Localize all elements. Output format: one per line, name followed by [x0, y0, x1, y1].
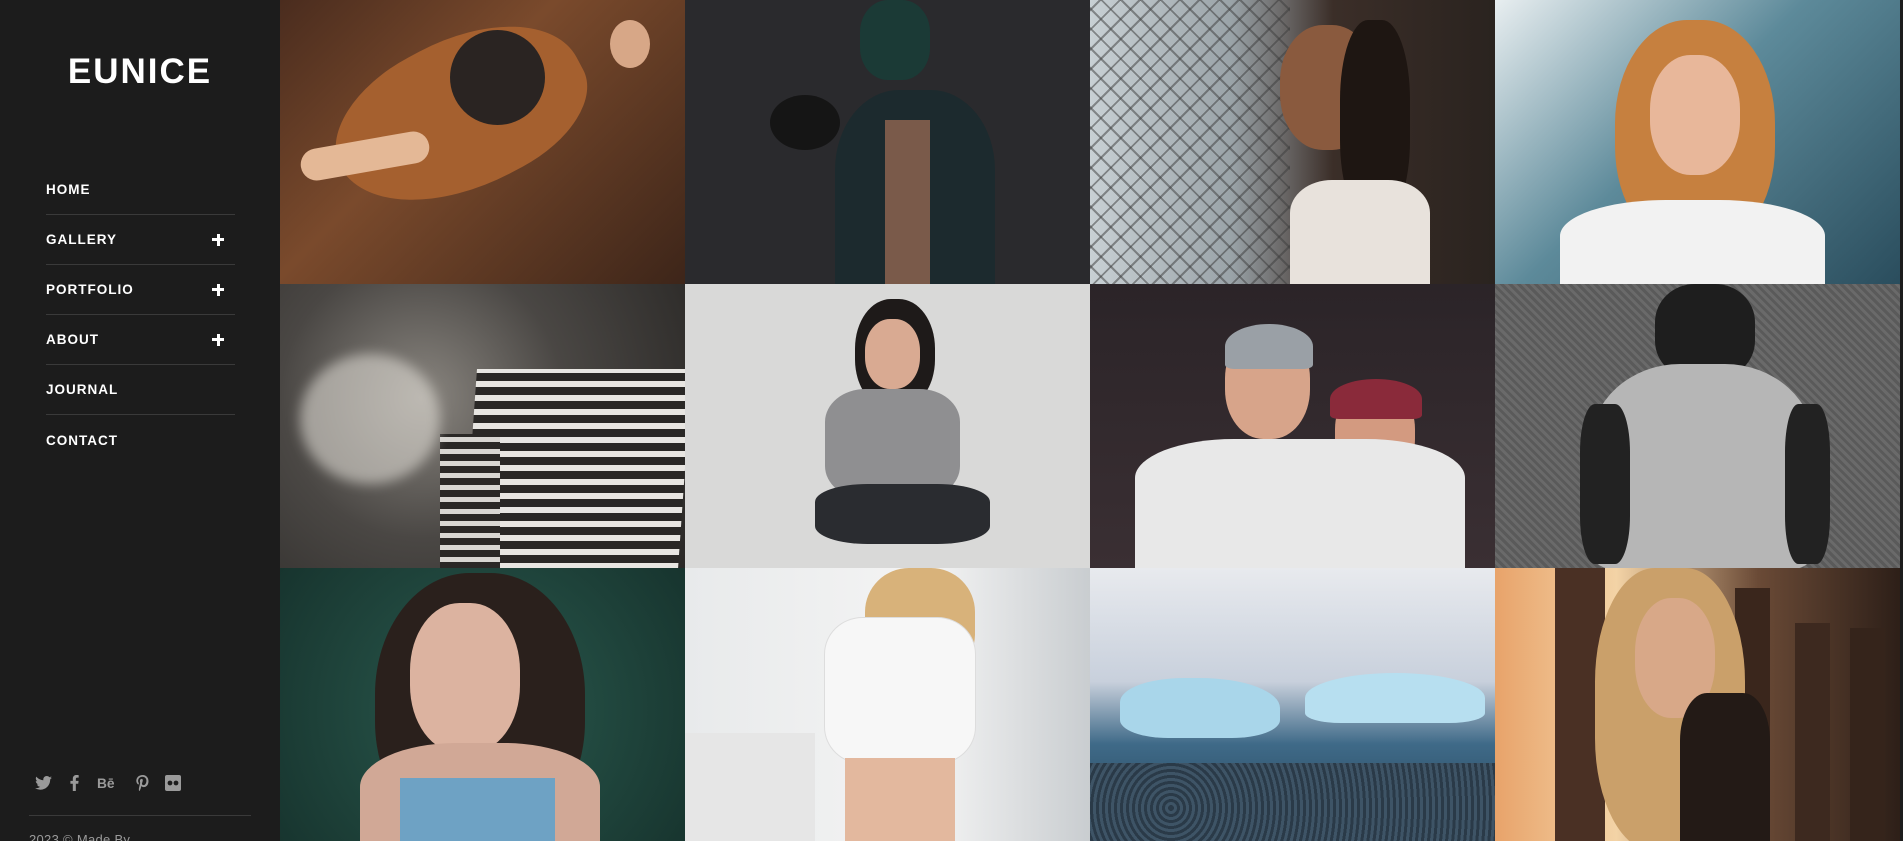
sidebar: EUNICE HOME GALLERY PORTFOLIO ABOUT JOUR… — [0, 0, 280, 841]
nav-item-contact[interactable]: CONTACT — [46, 415, 235, 465]
gallery-tile-woman-chain-fence[interactable] — [1090, 0, 1495, 284]
gallery-tile-skyscraper[interactable] — [280, 284, 685, 568]
nav-label-about: ABOUT — [46, 332, 99, 347]
nav-item-about[interactable]: ABOUT — [46, 315, 235, 365]
nav-item-journal[interactable]: JOURNAL — [46, 365, 235, 415]
site-logo[interactable]: EUNICE — [0, 52, 280, 92]
plus-icon[interactable] — [212, 283, 226, 297]
gallery-tile-woman-lying-on-floor[interactable] — [280, 0, 685, 284]
nav-label-home: HOME — [46, 182, 91, 197]
pinterest-icon[interactable] — [133, 774, 151, 792]
behance-icon[interactable]: Bē — [96, 774, 120, 792]
flickr-icon[interactable] — [164, 774, 182, 792]
gallery-tile-woman-in-leaves[interactable] — [280, 568, 685, 841]
twitter-icon[interactable] — [34, 774, 52, 792]
footer-divider — [29, 815, 251, 816]
gallery-tile-grey-hoodie[interactable] — [1495, 284, 1900, 568]
gallery-tile-woman-sunglasses[interactable] — [1495, 568, 1900, 841]
gallery-tile-two-men[interactable] — [1090, 284, 1495, 568]
plus-icon[interactable] — [212, 233, 226, 247]
nav-label-journal: JOURNAL — [46, 382, 119, 397]
gallery-tile-redhead-woman[interactable] — [1495, 0, 1900, 284]
nav-item-home[interactable]: HOME — [46, 165, 235, 215]
plus-icon[interactable] — [212, 333, 226, 347]
social-links: Bē — [34, 774, 182, 792]
gallery-tile-icebergs[interactable] — [1090, 568, 1495, 841]
nav-label-portfolio: PORTFOLIO — [46, 282, 134, 297]
facebook-icon[interactable] — [65, 774, 83, 792]
nav-label-contact: CONTACT — [46, 432, 118, 448]
svg-text:Bē: Bē — [97, 776, 115, 790]
nav-item-portfolio[interactable]: PORTFOLIO — [46, 265, 235, 315]
gallery-tile-boxer[interactable] — [685, 0, 1090, 284]
gallery-tile-blonde-woman[interactable] — [685, 568, 1090, 841]
nav-label-gallery: GALLERY — [46, 232, 117, 247]
main-nav: HOME GALLERY PORTFOLIO ABOUT JOURNAL CON… — [46, 165, 235, 465]
photo-gallery — [280, 0, 1903, 841]
copyright-text: 2023 © Made By — [29, 832, 131, 841]
nav-item-gallery[interactable]: GALLERY — [46, 215, 235, 265]
gallery-tile-woman-kneeling[interactable] — [685, 284, 1090, 568]
